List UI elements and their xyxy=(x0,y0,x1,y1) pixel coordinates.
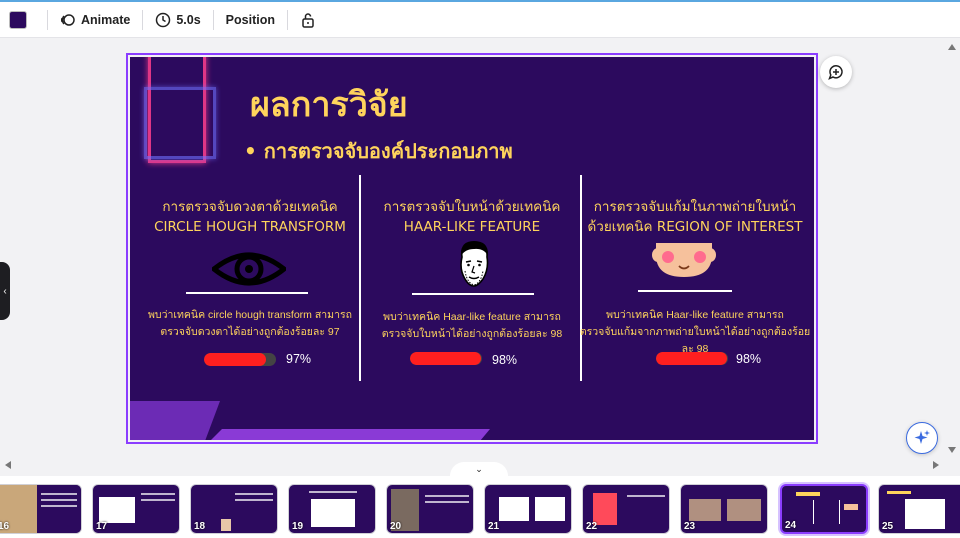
accuracy-bar[interactable] xyxy=(410,352,482,365)
column-eye-detection: การตรวจจับดวงตาด้วยเทคนิค CIRCLE HOUGH T… xyxy=(136,197,364,237)
side-panel-toggle[interactable]: ‹ xyxy=(0,262,10,320)
background-color-swatch[interactable] xyxy=(9,10,27,29)
page-thumbnail[interactable]: 17 xyxy=(92,484,180,534)
page-number: 16 xyxy=(0,521,10,532)
icon-underline xyxy=(638,290,732,292)
page-thumbnail[interactable]: 25 xyxy=(878,484,960,534)
duration-label: 5.0s xyxy=(176,12,201,27)
page-number: 22 xyxy=(586,521,598,532)
duration-button[interactable]: 5.0s xyxy=(153,6,202,34)
add-comment-button[interactable] xyxy=(820,56,852,88)
page-thumbnail[interactable]: 20 xyxy=(386,484,474,534)
slide-title[interactable]: ผลการวิจัย xyxy=(250,77,408,131)
decorative-floor-shape xyxy=(210,429,490,440)
scroll-right-icon[interactable] xyxy=(933,461,939,469)
column-result-text[interactable]: พบว่าเทคนิค circle hough transform สามาร… xyxy=(136,307,364,341)
animate-button[interactable]: Animate xyxy=(58,6,132,34)
page-thumbnail-active[interactable]: 24 xyxy=(780,484,868,534)
clock-icon xyxy=(156,12,171,27)
result-line: ตรวจจับใบหน้าได้อย่างถูกต้องร้อยละ 98 xyxy=(381,328,563,340)
lock-button[interactable] xyxy=(298,6,318,34)
scroll-down-icon[interactable] xyxy=(948,447,956,453)
chevron-left-icon: ‹ xyxy=(3,285,7,297)
result-line: พบว่าเทคนิค Haar-like feature สามารถ xyxy=(606,309,784,321)
position-label: Position xyxy=(225,12,275,27)
accuracy-bar[interactable] xyxy=(656,352,728,365)
scroll-left-icon[interactable] xyxy=(5,461,11,469)
page-thumbnail[interactable]: 22 xyxy=(582,484,670,534)
page-number: 25 xyxy=(882,521,894,532)
sparkle-icon xyxy=(914,430,930,444)
accuracy-percent[interactable]: 98% xyxy=(736,352,761,366)
result-line: พบว่าเทคนิค Haar-like feature สามารถ xyxy=(383,311,561,323)
page-thumbnail[interactable]: 19 xyxy=(288,484,376,534)
page-number: 19 xyxy=(292,521,304,532)
column-heading-technique[interactable]: ด้วยเทคนิค REGION OF INTEREST xyxy=(576,217,814,237)
toolbar-divider xyxy=(212,9,214,30)
toolbar-divider xyxy=(47,9,48,30)
page-number: 17 xyxy=(96,521,108,532)
icon-underline xyxy=(186,292,308,294)
accuracy-bar-fill xyxy=(656,352,727,365)
column-face-detection: การตรวจจับใบหน้าด้วยเทคนิค HAAR-LIKE FEA… xyxy=(358,197,586,237)
filmstrip-toggle[interactable]: ⌄ xyxy=(450,462,508,476)
page-thumbnail[interactable]: 21 xyxy=(484,484,572,534)
result-line: ตรวจจับดวงตาได้อย่างถูกต้องร้อยละ 97 xyxy=(160,326,340,338)
eye-icon[interactable] xyxy=(212,247,286,291)
editor-toolbar: Animate 5.0s Position xyxy=(0,2,960,38)
column-heading[interactable]: การตรวจจับแก้มในภาพถ่ายใบหน้า xyxy=(576,197,814,217)
column-result-text[interactable]: พบว่าเทคนิค Haar-like feature สามารถ ตรว… xyxy=(358,309,586,343)
unlock-icon xyxy=(302,12,314,28)
comment-plus-icon xyxy=(828,65,843,80)
accuracy-percent[interactable]: 97% xyxy=(286,352,311,366)
page-number: 24 xyxy=(785,520,797,531)
column-cheek-detection: การตรวจจับแก้มในภาพถ่ายใบหน้า ด้วยเทคนิค… xyxy=(576,197,814,237)
column-result-text[interactable]: พบว่าเทคนิค Haar-like feature สามารถ ตรว… xyxy=(576,307,814,358)
page-number: 18 xyxy=(194,521,206,532)
position-button[interactable]: Position xyxy=(224,6,277,34)
accuracy-bar-fill xyxy=(204,353,266,366)
column-heading-technique[interactable]: HAAR-LIKE FEATURE xyxy=(358,217,586,237)
page-number: 20 xyxy=(390,521,402,532)
toolbar-divider xyxy=(142,9,144,30)
accuracy-bar-fill xyxy=(410,352,481,365)
page-number: 21 xyxy=(488,521,500,532)
page-number: 23 xyxy=(684,521,696,532)
toolbar-divider xyxy=(286,9,288,30)
column-heading[interactable]: การตรวจจับใบหน้าด้วยเทคนิค xyxy=(358,197,586,217)
animate-icon xyxy=(60,13,75,26)
vertical-scrollbar[interactable] xyxy=(944,39,960,459)
decorative-neon-square xyxy=(144,87,216,159)
page-thumbnail[interactable]: 16 xyxy=(0,484,82,534)
result-line: พบว่าเทคนิค circle hough transform สามาร… xyxy=(148,309,352,321)
chevron-down-icon: ⌄ xyxy=(475,463,483,474)
page-thumbnail[interactable]: 23 xyxy=(680,484,768,534)
blushing-face-icon[interactable] xyxy=(652,243,716,279)
page-filmstrip: 16 17 18 19 20 21 22 23 24 25 xyxy=(0,476,960,538)
column-heading-technique[interactable]: CIRCLE HOUGH TRANSFORM xyxy=(136,217,364,237)
page-thumbnail[interactable]: 18 xyxy=(190,484,278,534)
slide-subtitle[interactable]: • การตรวจจับองค์ประกอบภาพ xyxy=(244,135,513,167)
scroll-up-icon[interactable] xyxy=(948,44,956,50)
face-sketch-icon[interactable] xyxy=(456,239,492,289)
animate-label: Animate xyxy=(81,12,131,27)
accuracy-bar[interactable] xyxy=(204,353,276,366)
column-heading[interactable]: การตรวจจับดวงตาด้วยเทคนิค xyxy=(136,197,364,217)
slide-selection-frame[interactable]: ผลการวิจัย • การตรวจจับองค์ประกอบภาพ การ… xyxy=(126,53,818,444)
icon-underline xyxy=(412,293,534,295)
magic-assistant-button[interactable] xyxy=(906,422,938,454)
accuracy-percent[interactable]: 98% xyxy=(492,353,517,367)
slide[interactable]: ผลการวิจัย • การตรวจจับองค์ประกอบภาพ การ… xyxy=(130,57,814,440)
